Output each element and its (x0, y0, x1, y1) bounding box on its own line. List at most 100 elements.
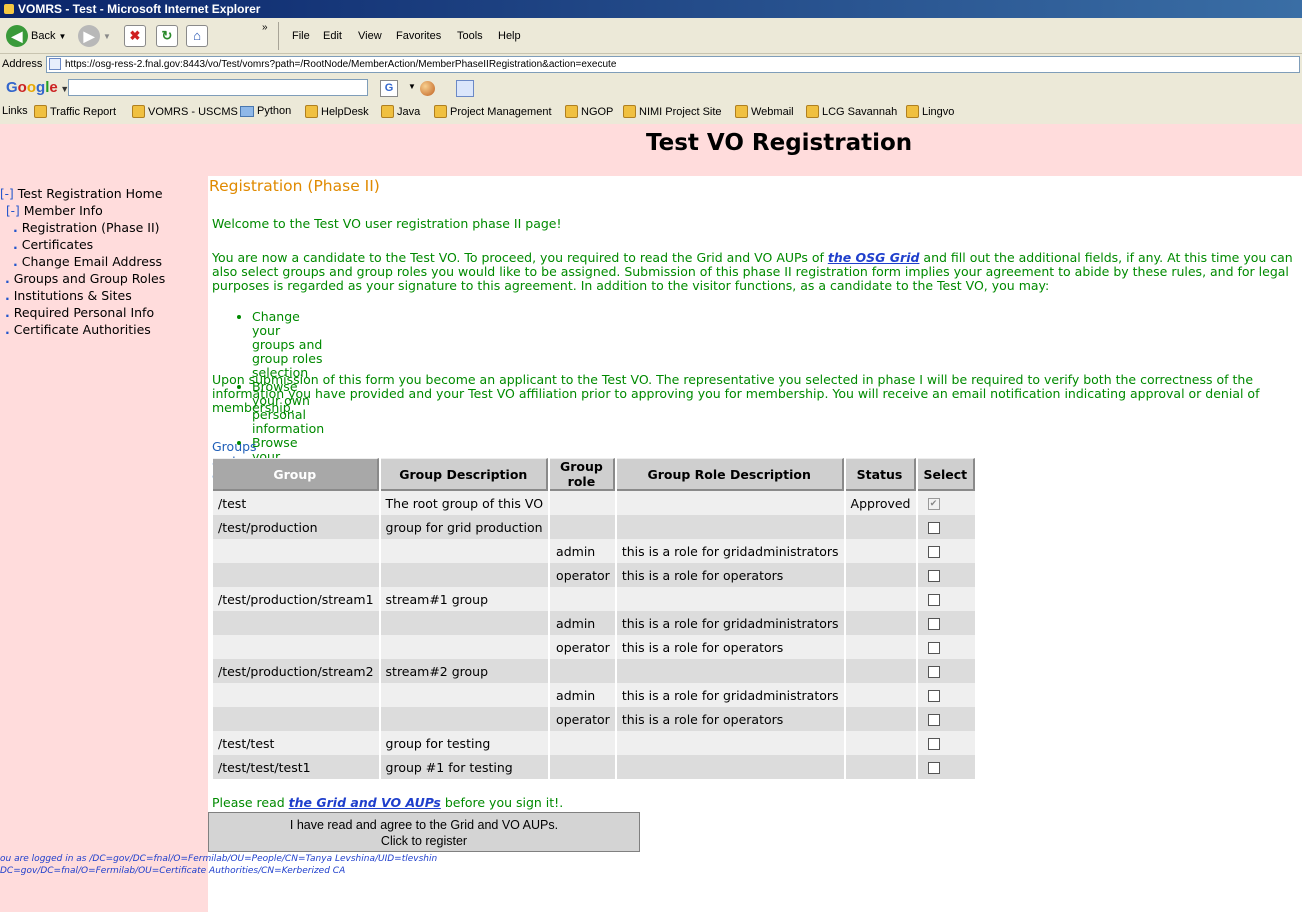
submission-paragraph: Upon submission of this form you become … (212, 372, 1260, 415)
select-cell (917, 707, 976, 731)
group-cell (213, 611, 379, 635)
forward-button[interactable]: ▶ ▼ (78, 22, 111, 50)
link-nimi-project-site[interactable]: NIMI Project Site (623, 105, 722, 118)
stop-icon: ✖ (124, 25, 146, 47)
link-project-management[interactable]: Project Management (434, 105, 552, 118)
group-role-cell: admin (550, 539, 615, 563)
nav-required-personal-info[interactable]: . Required Personal Info (5, 305, 154, 320)
links-label: Links (2, 105, 28, 117)
status-cell (845, 755, 916, 779)
link-lingvo[interactable]: Lingvo (906, 105, 954, 118)
select-cell: ✔ (917, 491, 976, 515)
link-helpdesk[interactable]: HelpDesk (305, 105, 369, 118)
chevron-down-icon[interactable]: ▼ (408, 82, 416, 91)
register-button[interactable]: I have read and agree to the Grid and VO… (208, 812, 640, 852)
link-vomrs-uscms[interactable]: VOMRS - USCMS (132, 105, 238, 118)
menu-edit[interactable]: Edit (323, 30, 342, 42)
menu-tools[interactable]: Tools (457, 30, 483, 42)
stop-button[interactable]: ✖ (124, 22, 146, 50)
back-button[interactable]: ◀ Back ▼ (6, 22, 66, 50)
nav-member-info-label[interactable]: Member Info (24, 203, 103, 218)
select-checkbox[interactable] (927, 714, 940, 726)
menu-favorites[interactable]: Favorites (396, 30, 441, 42)
nav-groups-roles[interactable]: . Groups and Group Roles (5, 271, 165, 286)
toolbar-overflow-icon[interactable]: » (262, 22, 268, 33)
group-role-description-cell (616, 659, 844, 683)
select-checkbox[interactable] (927, 522, 940, 534)
group-cell: /test/test (213, 731, 379, 755)
ie-page-icon (305, 105, 318, 118)
google-search-input[interactable] (68, 79, 368, 96)
group-role-description-cell (616, 491, 844, 515)
select-checkbox[interactable] (927, 618, 940, 630)
nav-certificates[interactable]: . Certificates (13, 237, 93, 252)
nav-home-label[interactable]: Test Registration Home (18, 186, 163, 201)
link-webmail[interactable]: Webmail (735, 105, 794, 118)
grid-vo-aups-link[interactable]: the Grid and VO AUPs (289, 795, 441, 810)
select-checkbox[interactable] (927, 762, 940, 774)
link-lcg-savannah[interactable]: LCG Savannah (806, 105, 897, 118)
link-traffic-report[interactable]: Traffic Report (34, 105, 116, 118)
page-header: Test VO Registration (0, 124, 1302, 176)
group-description-cell (380, 611, 549, 635)
link-java[interactable]: Java (381, 105, 420, 118)
select-checkbox[interactable] (927, 546, 940, 558)
select-cell (917, 563, 976, 587)
nav-certificate-authorities[interactable]: . Certificate Authorities (5, 322, 151, 337)
select-cell (917, 587, 976, 611)
ie-icon (4, 4, 14, 14)
intro-paragraph: You are now a candidate to the Test VO. … (212, 250, 1293, 293)
select-checkbox[interactable] (927, 570, 940, 582)
register-button-line2: Click to register (380, 834, 468, 848)
osg-grid-link[interactable]: the OSG Grid (828, 250, 920, 265)
pagerank-icon[interactable] (420, 81, 435, 96)
sidebar-nav: [-] Test Registration Home [-] Member In… (0, 176, 208, 912)
menu-file[interactable]: File (292, 30, 310, 42)
status-cell (845, 539, 916, 563)
nav-member-info[interactable]: [-] Member Info (6, 203, 103, 218)
table-row: operator this is a role for operators (213, 635, 976, 659)
nav-home[interactable]: [-] Test Registration Home (0, 186, 163, 201)
page-content: Test VO Registration [-] Test Registrati… (0, 124, 1302, 912)
popup-blocker-icon[interactable] (456, 80, 474, 97)
ie-page-icon (381, 105, 394, 118)
group-role-description-cell: this is a role for operators (616, 563, 844, 587)
address-field[interactable]: https://osg-ress-2.fnal.gov:8443/vo/Test… (46, 56, 1300, 73)
google-logo[interactable]: Google ▼ (6, 79, 69, 96)
menu-help[interactable]: Help (498, 30, 521, 42)
register-button-line1: I have read and agree to the Grid and VO… (289, 818, 559, 832)
google-search-icon[interactable]: G (380, 80, 398, 97)
select-checkbox[interactable]: ✔ (927, 498, 940, 510)
link-ngop[interactable]: NGOP (565, 105, 613, 118)
select-checkbox[interactable] (927, 666, 940, 678)
collapse-toggle[interactable]: [-] (6, 204, 20, 218)
page-icon (49, 58, 61, 70)
menu-view[interactable]: View (358, 30, 382, 42)
ie-page-icon (434, 105, 447, 118)
group-description-cell (380, 707, 549, 731)
refresh-button[interactable]: ↻ (156, 22, 178, 50)
table-row: operator this is a role for operators (213, 563, 976, 587)
select-checkbox[interactable] (927, 738, 940, 750)
collapse-toggle[interactable]: [-] (0, 187, 14, 201)
select-cell (917, 611, 976, 635)
group-role-description-cell (616, 587, 844, 611)
select-checkbox[interactable] (927, 690, 940, 702)
home-button[interactable]: ⌂ (186, 22, 208, 50)
nav-registration-phase2[interactable]: . Registration (Phase II) (13, 220, 160, 235)
group-cell (213, 539, 379, 563)
group-description-cell (380, 563, 549, 587)
refresh-icon: ↻ (156, 25, 178, 47)
group-role-cell (550, 515, 615, 539)
select-checkbox[interactable] (927, 642, 940, 654)
table-row: /test/production/stream2 stream#2 group (213, 659, 976, 683)
table-row: /test/test/test1 group #1 for testing (213, 755, 976, 779)
table-row: /test/production group for grid productio… (213, 515, 976, 539)
group-description-cell (380, 635, 549, 659)
nav-change-email[interactable]: . Change Email Address (13, 254, 162, 269)
link-python[interactable]: Python (240, 105, 291, 117)
nav-institutions-sites[interactable]: . Institutions & Sites (5, 288, 132, 303)
select-checkbox[interactable] (927, 594, 940, 606)
group-role-description-cell: this is a role for gridadministrators (616, 539, 844, 563)
table-row: admin this is a role for gridadministrato… (213, 539, 976, 563)
